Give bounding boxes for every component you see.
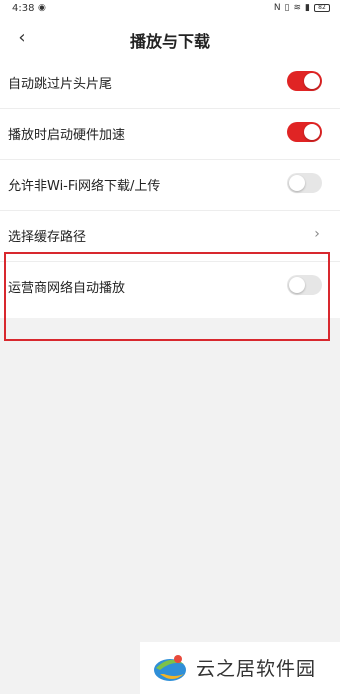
battery-icon: 82 (314, 4, 330, 12)
signal-icon: ▮ (305, 3, 310, 13)
setting-label: 播放时启动硬件加速 (8, 128, 126, 143)
mobile-download-toggle[interactable] (287, 173, 322, 193)
wifi-icon: ≋ (293, 3, 302, 13)
watermark: 云之居软件园 (140, 642, 340, 694)
status-icons: N ▯ ≋ ▮ 82 (274, 3, 330, 13)
chevron-right-icon: › (314, 226, 320, 242)
swirl-logo (154, 655, 186, 681)
skip-intro-toggle[interactable] (287, 71, 322, 91)
nfc-icon: N (273, 3, 281, 13)
setting-row-hw-accel[interactable]: 播放时启动硬件加速 (0, 109, 340, 160)
toggle-knob (289, 175, 305, 191)
status-bar: 4:38 ◉ N ▯ ≋ ▮ 82 (0, 0, 340, 18)
setting-row-mobile-download[interactable]: 允许非Wi-Fi网络下载/上传 (0, 160, 340, 211)
eye-icon: ◉ (38, 3, 46, 13)
battery-level: 82 (318, 4, 326, 11)
vibrate-icon: ▯ (284, 3, 290, 13)
hw-accel-toggle[interactable] (287, 122, 322, 142)
toggle-knob (304, 73, 320, 89)
highlight-box (4, 252, 330, 341)
watermark-text: 云之居软件园 (196, 658, 317, 680)
status-time: 4:38 (12, 3, 35, 14)
setting-label: 选择缓存路径 (8, 230, 87, 245)
setting-label: 自动跳过片头片尾 (8, 77, 113, 92)
setting-label: 允许非Wi-Fi网络下载/上传 (8, 179, 161, 194)
toggle-knob (304, 124, 320, 140)
setting-row-skip-intro[interactable]: 自动跳过片头片尾 (0, 58, 340, 109)
header-bar: ‹ 播放与下载 (0, 18, 340, 58)
page-title: 播放与下载 (129, 32, 210, 51)
